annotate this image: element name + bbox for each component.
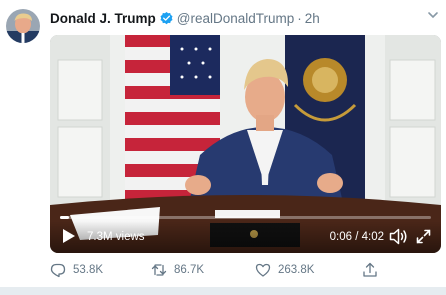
separator-dot: ·	[297, 10, 302, 26]
verified-icon	[159, 11, 174, 26]
video-timecode: 0:06 / 4:02	[329, 231, 384, 243]
video-progress-fill	[60, 216, 70, 219]
like-count: 263.8K	[278, 264, 315, 276]
reply-count: 53.8K	[73, 264, 104, 276]
view-count: 7.3M views	[87, 231, 145, 243]
like-button[interactable]: 263.8K	[255, 262, 314, 278]
avatar[interactable]	[6, 9, 40, 43]
volume-icon[interactable]	[389, 228, 408, 245]
video-player[interactable]: 7.3M views 0:06 / 4:02	[50, 35, 441, 253]
share-button[interactable]	[362, 262, 378, 278]
chevron-down-icon[interactable]	[426, 8, 440, 22]
video-progress-bar[interactable]	[60, 216, 431, 219]
fullscreen-icon[interactable]	[416, 229, 431, 244]
tweet-timestamp[interactable]: 2h	[305, 11, 320, 26]
share-icon	[363, 262, 377, 277]
retweet-icon	[151, 264, 167, 276]
tweet-card[interactable]: Donald J. Trump @realDonaldTrump · 2h 7.…	[0, 0, 446, 295]
tweet-divider	[0, 287, 446, 295]
user-handle[interactable]: @realDonaldTrump	[177, 11, 295, 26]
display-name[interactable]: Donald J. Trump	[50, 11, 156, 26]
reply-icon	[50, 263, 66, 278]
play-icon[interactable]	[62, 228, 76, 244]
tweet-actions: 53.8K 86.7K 263.8K	[50, 262, 390, 280]
retweet-count: 86.7K	[174, 264, 205, 276]
retweet-button[interactable]: 86.7K	[151, 262, 204, 278]
like-icon	[255, 263, 271, 277]
tweet-header: Donald J. Trump @realDonaldTrump · 2h	[50, 9, 320, 27]
reply-button[interactable]: 53.8K	[50, 262, 103, 278]
